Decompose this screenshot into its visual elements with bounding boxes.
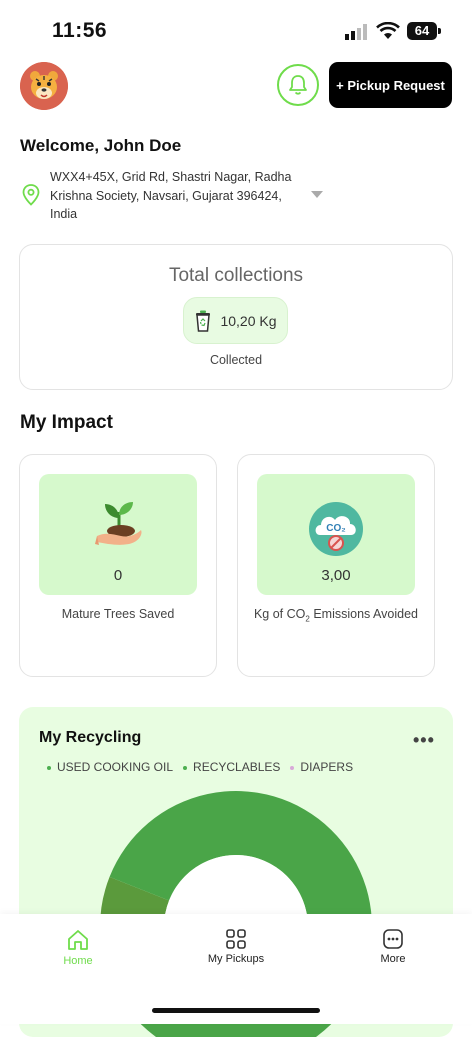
location-pin-icon (22, 184, 40, 206)
more-icon (383, 929, 403, 949)
trees-saved-value: 0 (113, 567, 123, 584)
legend-item[interactable]: DIAPERS (290, 760, 353, 774)
nav-home-label: Home (63, 955, 93, 967)
collected-label: Collected (209, 353, 263, 367)
co2-avoided-tile: CO₂ 3,00 (257, 474, 415, 595)
home-indicator (152, 1008, 320, 1013)
legend-label: RECYCLABLES (193, 760, 281, 774)
bell-icon (289, 75, 307, 95)
trees-saved-tile: 0 (39, 474, 197, 595)
co2-label-pre: Kg of CO (253, 607, 306, 621)
collection-amount: 10,20 Kg (220, 312, 277, 329)
address-text: WXX4+45X, Grid Rd, Shastri Nagar, Radha … (50, 170, 292, 221)
svg-text:CO₂: CO₂ (326, 523, 345, 534)
wifi-icon (376, 22, 400, 39)
nav-home[interactable]: Home (28, 928, 128, 967)
tiger-avatar-icon (20, 62, 68, 110)
cellular-signal-icon (345, 24, 367, 40)
recycling-options-button[interactable]: ••• (413, 730, 435, 751)
battery-tip (438, 28, 441, 34)
co2-cloud-icon: CO₂ (309, 502, 363, 556)
co2-label-post: Emissions Avoided (309, 607, 419, 621)
notifications-button[interactable] (277, 64, 319, 106)
collection-amount-pill: 10,20 Kg (183, 297, 288, 344)
status-time: 11:56 (52, 19, 108, 42)
my-impact-heading: My Impact (20, 412, 113, 433)
co2-avoided-value: 3,00 (321, 567, 351, 584)
nav-more[interactable]: More (343, 928, 443, 965)
legend-dot (183, 765, 188, 770)
total-collections-title: Total collections (168, 265, 304, 286)
recycling-legend: USED COOKING OIL RECYCLABLES DIAPERS (47, 760, 353, 774)
recycle-bin-icon (196, 310, 211, 332)
grid-icon (226, 929, 246, 949)
nav-more-label: More (380, 953, 406, 965)
home-icon (68, 930, 88, 950)
welcome-heading: Welcome, John Doe (20, 136, 182, 155)
pickup-request-button[interactable]: + Pickup Request (329, 62, 452, 108)
address-dropdown-icon[interactable] (311, 191, 323, 198)
nav-my-pickups-label: My Pickups (207, 953, 265, 965)
co2-avoided-label: Kg of CO2 Emissions Avoided (237, 605, 435, 629)
legend-dot (290, 765, 295, 770)
legend-dot (47, 765, 51, 770)
battery-indicator: 64 (407, 22, 437, 40)
legend-item[interactable]: RECYCLABLES (183, 760, 280, 774)
my-recycling-heading: My Recycling (39, 729, 142, 746)
legend-label: DIAPERS (300, 760, 354, 774)
legend-item[interactable]: USED COOKING OIL (47, 760, 173, 774)
nav-my-pickups[interactable]: My Pickups (186, 928, 286, 965)
plant-in-hand-icon (95, 502, 142, 545)
legend-label: USED COOKING OIL (57, 760, 174, 774)
trees-saved-label: Mature Trees Saved (61, 607, 175, 621)
avatar[interactable] (20, 62, 68, 110)
